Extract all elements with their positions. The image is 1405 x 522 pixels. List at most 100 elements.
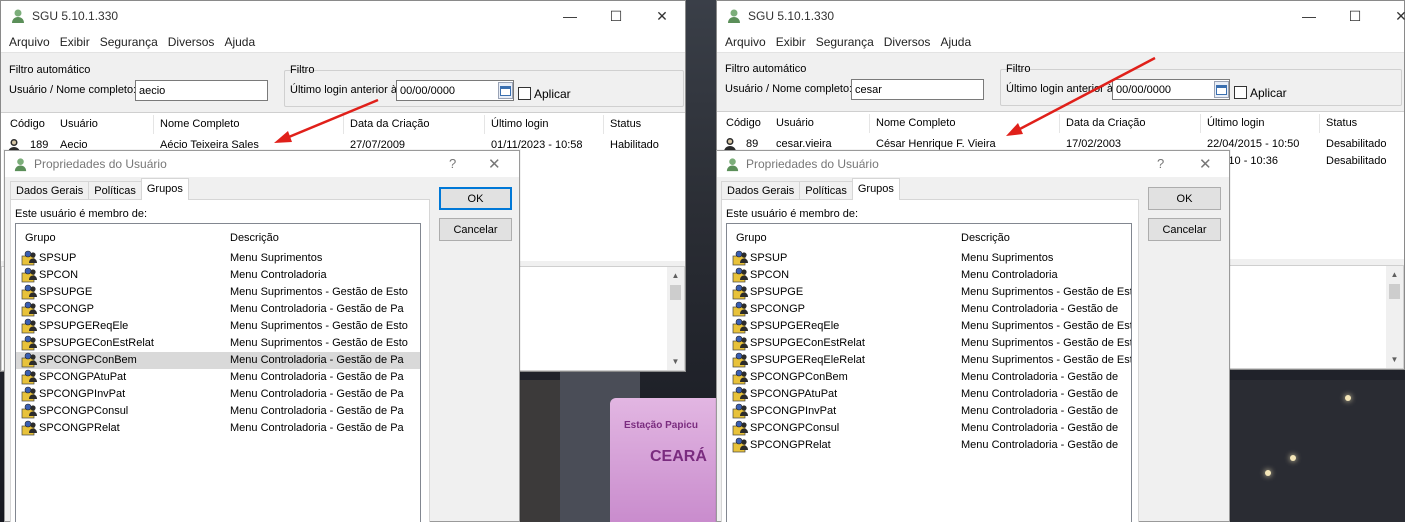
- cancel-button[interactable]: Cancelar: [439, 218, 512, 241]
- maximize-icon[interactable]: ☐: [1332, 1, 1378, 31]
- close-icon[interactable]: ✕: [1199, 155, 1212, 173]
- menu-exibir[interactable]: Exibir: [55, 35, 95, 49]
- list-item[interactable]: SPSUPGE Menu Suprimentos - Gestão de Esto: [16, 284, 420, 301]
- group-description: Menu Controladoria - Gestão de Pa: [230, 371, 404, 383]
- ok-button[interactable]: OK: [439, 187, 512, 210]
- close-icon[interactable]: ✕: [488, 155, 501, 173]
- list-item[interactable]: SPSUP Menu Suprimentos: [16, 250, 420, 267]
- tab-grupos[interactable]: Grupos: [851, 178, 900, 200]
- col-status[interactable]: Status: [1326, 117, 1357, 129]
- list-item[interactable]: SPSUPGEConEstRelat Menu Suprimentos - Ges…: [727, 335, 1131, 352]
- apply-checkbox[interactable]: [1234, 86, 1247, 99]
- menu-ajuda[interactable]: Ajuda: [935, 35, 976, 49]
- col-descricao[interactable]: Descrição: [961, 232, 1010, 244]
- menu-arquivo[interactable]: Arquivo: [720, 35, 771, 49]
- group-name: SPCONGPInvPat: [39, 388, 126, 400]
- group-icon: [732, 250, 748, 266]
- col-status[interactable]: Status: [610, 118, 641, 130]
- title-bar[interactable]: SGU 5.10.1.330 — ☐ ✕: [1, 1, 685, 31]
- menu-seguranca[interactable]: Segurança: [95, 35, 163, 49]
- list-item[interactable]: SPCONGPConBem Menu Controladoria - Gestão…: [16, 352, 420, 369]
- col-criacao[interactable]: Data da Criação: [350, 118, 430, 130]
- list-item[interactable]: SPCONGP Menu Controladoria - Gestão de: [727, 301, 1131, 318]
- minimize-icon[interactable]: —: [1286, 1, 1332, 31]
- group-name: SPSUP: [39, 252, 77, 264]
- list-item[interactable]: SPCONGPInvPat Menu Controladoria - Gestão…: [727, 403, 1131, 420]
- group-icon: [21, 369, 37, 385]
- dialog-title-bar[interactable]: Propriedades do Usuário ? ✕: [717, 151, 1229, 177]
- cancel-button[interactable]: Cancelar: [1148, 218, 1221, 241]
- tab-politicas[interactable]: Políticas: [88, 181, 142, 200]
- list-item[interactable]: SPCONGPConBem Menu Controladoria - Gestão…: [727, 369, 1131, 386]
- menu-diversos[interactable]: Diversos: [163, 35, 220, 49]
- list-item[interactable]: SPCONGPRelat Menu Controladoria - Gestão …: [727, 437, 1131, 454]
- list-item[interactable]: SPCONGPAtuPat Menu Controladoria - Gestão…: [16, 369, 420, 386]
- title-bar[interactable]: SGU 5.10.1.330 — ☐ ✕: [717, 1, 1405, 31]
- list-item[interactable]: SPSUP Menu Suprimentos: [727, 250, 1131, 267]
- menu-diversos[interactable]: Diversos: [879, 35, 936, 49]
- dialog-title-bar[interactable]: Propriedades do Usuário ? ✕: [5, 151, 519, 177]
- tab-dados-gerais[interactable]: Dados Gerais: [10, 181, 90, 200]
- col-grupo[interactable]: Grupo: [25, 232, 56, 244]
- col-nome[interactable]: Nome Completo: [160, 118, 239, 130]
- group-description: Menu Controladoria - Gestão de Pa: [230, 422, 404, 434]
- tab-strip: Dados Gerais Políticas Grupos: [721, 178, 900, 200]
- list-item[interactable]: SPCONGPConsul Menu Controladoria - Gestão…: [16, 403, 420, 420]
- calendar-icon[interactable]: [1214, 81, 1229, 98]
- menu-arquivo[interactable]: Arquivo: [4, 35, 55, 49]
- close-icon[interactable]: ✕: [1378, 1, 1405, 31]
- col-ultimo-login[interactable]: Último login: [1207, 117, 1264, 129]
- user-search-input[interactable]: [135, 80, 268, 101]
- col-usuario[interactable]: Usuário: [60, 118, 98, 130]
- list-item[interactable]: SPCON Menu Controladoria: [16, 267, 420, 284]
- groups-list: Grupo Descrição SPSUP Menu Suprimentos SPC…: [726, 223, 1132, 522]
- last-login-date-input[interactable]: [1112, 79, 1230, 100]
- col-criacao[interactable]: Data da Criação: [1066, 117, 1146, 129]
- col-nome[interactable]: Nome Completo: [876, 117, 955, 129]
- col-descricao[interactable]: Descrição: [230, 232, 279, 244]
- list-item[interactable]: SPSUPGEReqEle Menu Suprimentos - Gestão d…: [16, 318, 420, 335]
- menu-exibir[interactable]: Exibir: [771, 35, 811, 49]
- menu-ajuda[interactable]: Ajuda: [219, 35, 260, 49]
- maximize-icon[interactable]: ☐: [593, 1, 639, 31]
- tab-dados-gerais[interactable]: Dados Gerais: [721, 181, 801, 200]
- user-search-input[interactable]: [851, 79, 984, 100]
- close-icon[interactable]: ✕: [639, 1, 685, 31]
- group-description: Menu Suprimentos - Gestão de Esto: [230, 337, 408, 349]
- group-icon: [732, 403, 748, 419]
- group-icon: [21, 301, 37, 317]
- col-usuario[interactable]: Usuário: [776, 117, 814, 129]
- menu-seguranca[interactable]: Segurança: [811, 35, 879, 49]
- details-scrollbar[interactable]: ▲ ▼: [1386, 266, 1403, 368]
- apply-checkbox[interactable]: [518, 87, 531, 100]
- list-item[interactable]: SPSUPGE Menu Suprimentos - Gestão de Esto: [727, 284, 1131, 301]
- group-description: Menu Suprimentos: [961, 252, 1054, 264]
- col-codigo[interactable]: Código: [726, 117, 761, 129]
- list-item[interactable]: SPCONGPRelat Menu Controladoria - Gestão …: [16, 420, 420, 437]
- list-item[interactable]: SPCON Menu Controladoria: [727, 267, 1131, 284]
- list-item[interactable]: SPSUPGEConEstRelat Menu Suprimentos - Ges…: [16, 335, 420, 352]
- help-icon[interactable]: ?: [1157, 156, 1164, 171]
- tab-grupos[interactable]: Grupos: [140, 178, 189, 200]
- list-item[interactable]: SPCONGPConsul Menu Controladoria - Gestão…: [727, 420, 1131, 437]
- col-codigo[interactable]: Código: [10, 118, 45, 130]
- list-item[interactable]: SPCONGPAtuPat Menu Controladoria - Gestão…: [727, 386, 1131, 403]
- ok-button[interactable]: OK: [1148, 187, 1221, 210]
- calendar-icon[interactable]: [498, 82, 513, 99]
- col-ultimo-login[interactable]: Último login: [491, 118, 548, 130]
- list-item[interactable]: SPCONGP Menu Controladoria - Gestão de Pa: [16, 301, 420, 318]
- tab-politicas[interactable]: Políticas: [799, 181, 853, 200]
- list-item[interactable]: SPSUPGEReqEle Menu Suprimentos - Gestão d…: [727, 318, 1131, 335]
- cell-ultimo-login: 22/04/2015 - 10:50: [1207, 138, 1300, 150]
- list-item[interactable]: SPSUPGEReqEleRelat Menu Suprimentos - Ges…: [727, 352, 1131, 369]
- last-login-date-input[interactable]: [396, 80, 514, 101]
- col-grupo[interactable]: Grupo: [736, 232, 767, 244]
- details-scrollbar[interactable]: ▲ ▼: [667, 267, 684, 370]
- list-item[interactable]: SPCONGPInvPat Menu Controladoria - Gestão…: [16, 386, 420, 403]
- group-name: SPCONGP: [750, 303, 806, 315]
- help-icon[interactable]: ?: [449, 156, 456, 171]
- group-description: Menu Controladoria - Gestão de: [961, 439, 1119, 451]
- group-description: Menu Suprimentos - Gestão de Esto: [230, 320, 408, 332]
- minimize-icon[interactable]: —: [547, 1, 593, 31]
- cell-usuario: cesar.vieira: [776, 138, 832, 150]
